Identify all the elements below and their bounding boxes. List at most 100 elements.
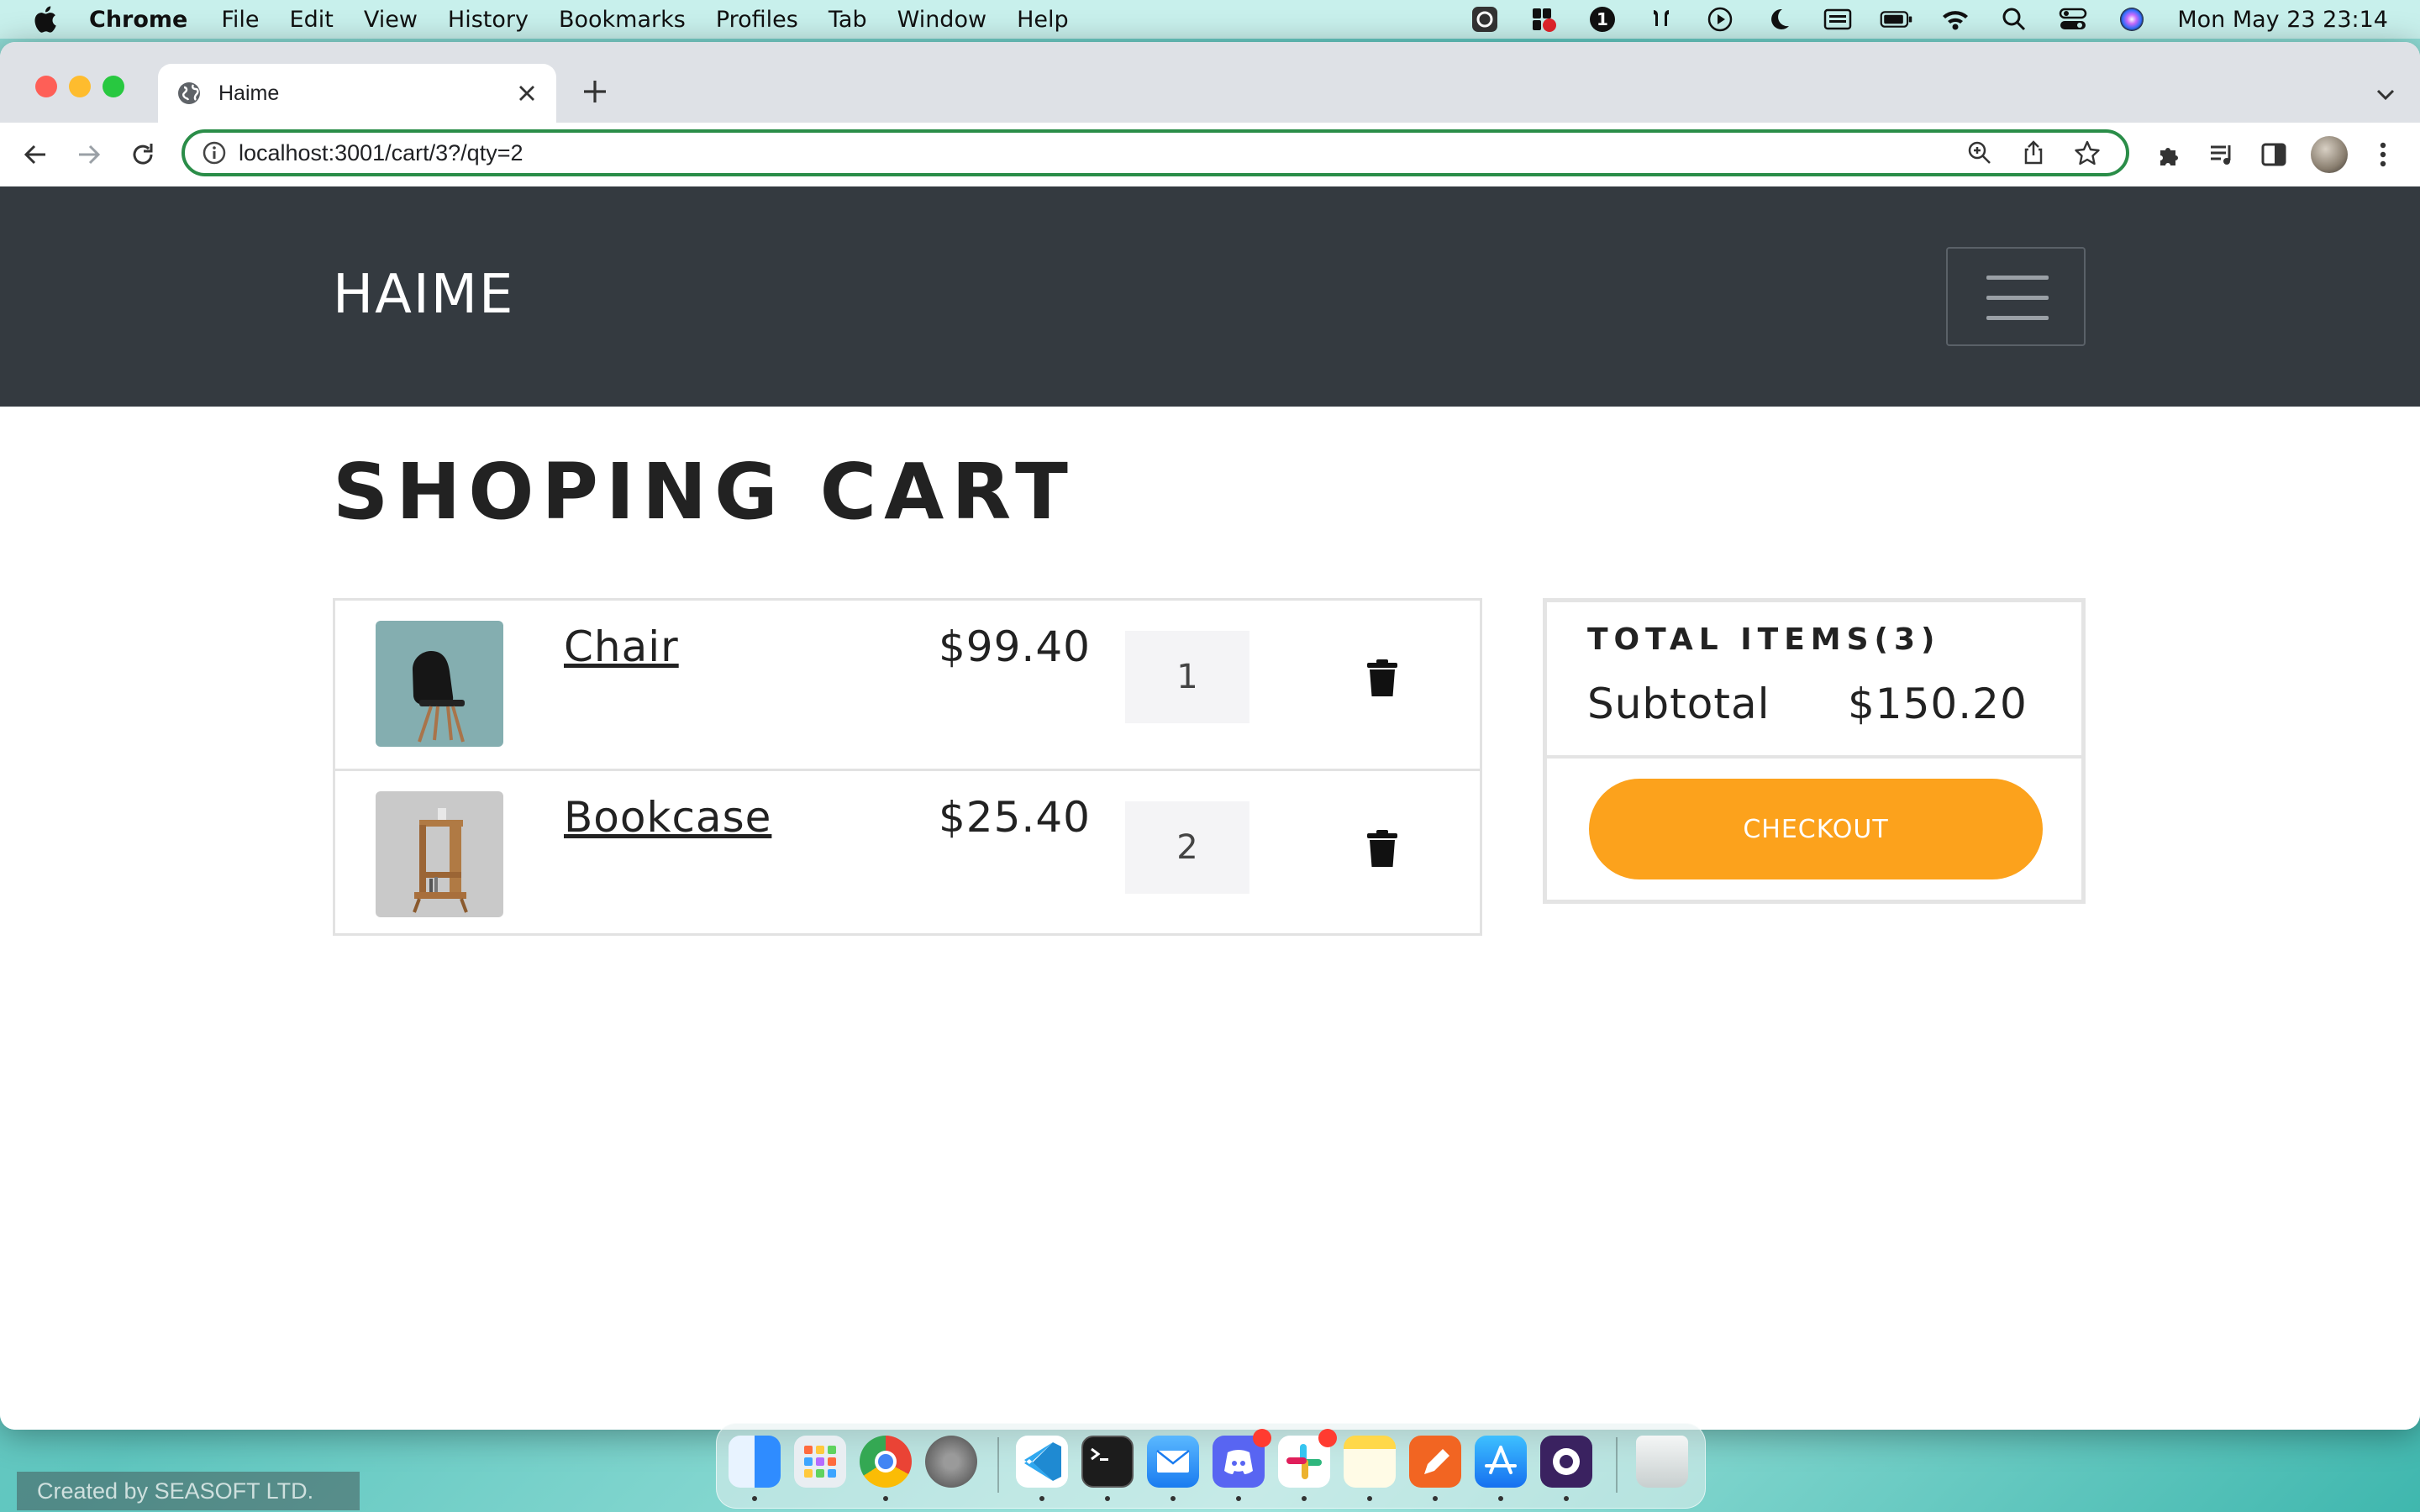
navbar-toggle-button[interactable]: [1946, 247, 2086, 346]
apple-logo-icon[interactable]: [32, 5, 57, 34]
web-page: HAIME SHOPING CART Chair $99.40 1 Bookca…: [0, 186, 2420, 1430]
product-link[interactable]: Chair: [564, 622, 679, 671]
running-indicator: [1171, 1496, 1176, 1501]
menu-tab[interactable]: Tab: [829, 7, 867, 33]
notes-icon[interactable]: [1344, 1436, 1396, 1488]
dock-separator: [997, 1437, 999, 1493]
arrow-right-icon: [79, 144, 101, 165]
finder-icon[interactable]: [729, 1436, 781, 1488]
site-navbar: HAIME: [0, 186, 2420, 407]
menu-history[interactable]: History: [448, 7, 529, 33]
order-summary-card: TOTAL ITEMS(3) Subtotal $150.20 CHECKOUT: [1543, 598, 2086, 904]
reload-icon: [133, 144, 153, 165]
tab-close-icon[interactable]: [516, 82, 538, 104]
app-store-icon[interactable]: [1475, 1436, 1527, 1488]
watermark-credit: Created by SEASOFT LTD.: [17, 1472, 360, 1510]
delete-item-trash-icon[interactable]: [1365, 828, 1399, 869]
delete-item-trash-icon[interactable]: [1365, 658, 1399, 698]
browser-tab-active[interactable]: Haime: [158, 64, 556, 123]
address-bar[interactable]: localhost:3001/cart/3?/qty=2: [182, 129, 2129, 176]
play-icon[interactable]: [1703, 6, 1737, 33]
running-indicator: [1302, 1496, 1307, 1501]
macos-menu-bar: Chrome File Edit View History Bookmarks …: [0, 0, 2420, 39]
chair-product-image[interactable]: [376, 621, 503, 747]
window-minimize-button[interactable]: [69, 76, 91, 97]
share-icon[interactable]: [2018, 138, 2049, 168]
running-indicator: [1564, 1496, 1569, 1501]
control-center-icon[interactable]: [2056, 6, 2090, 33]
tab-search-chevron-icon[interactable]: [2373, 82, 2398, 108]
wifi-icon[interactable]: [1939, 6, 1972, 33]
subtotal-label: Subtotal: [1587, 680, 1770, 728]
side-panel-icon[interactable]: [2259, 139, 2289, 170]
bookmark-star-icon[interactable]: [2072, 138, 2102, 168]
window-zoom-button[interactable]: [103, 76, 124, 97]
new-tab-button[interactable]: [578, 76, 612, 109]
reload-button[interactable]: [126, 138, 160, 171]
product-price: $25.40: [939, 793, 1091, 842]
menu-profiles[interactable]: Profiles: [716, 7, 798, 33]
back-button[interactable]: [18, 138, 52, 171]
svg-text:1: 1: [1597, 9, 1608, 29]
profile-avatar[interactable]: [2311, 136, 2348, 173]
site-brand-logo[interactable]: HAIME: [333, 264, 514, 326]
vscode-icon[interactable]: [1016, 1436, 1068, 1488]
menubar-clock[interactable]: Mon May 23 23:14: [2177, 7, 2388, 33]
trash-icon[interactable]: [1636, 1436, 1688, 1488]
airpods-icon[interactable]: [1644, 6, 1678, 33]
quantity-select[interactable]: 2: [1125, 801, 1249, 894]
terminal-icon[interactable]: [1081, 1436, 1134, 1488]
zoom-icon[interactable]: [1965, 138, 1995, 168]
running-indicator: [1236, 1496, 1241, 1501]
menu-app-name[interactable]: Chrome: [89, 7, 187, 33]
quantity-select[interactable]: 1: [1125, 631, 1249, 723]
keyboard-icon[interactable]: [1821, 6, 1854, 33]
cart-item-row: Bookcase $25.40 2: [335, 769, 1480, 939]
product-price: $99.40: [939, 622, 1091, 671]
chrome-menu-icon[interactable]: [2368, 139, 2398, 170]
extensions-puzzle-icon[interactable]: [2154, 139, 2185, 170]
menu-window[interactable]: Window: [897, 7, 986, 33]
menu-bookmarks[interactable]: Bookmarks: [559, 7, 686, 33]
running-indicator: [1105, 1496, 1110, 1501]
launchpad-icon[interactable]: [794, 1436, 846, 1488]
siri-icon[interactable]: [2115, 6, 2149, 33]
site-info-icon[interactable]: [202, 140, 227, 165]
running-indicator: [883, 1496, 888, 1501]
record-icon[interactable]: [1527, 6, 1560, 33]
chrome-icon[interactable]: [860, 1436, 912, 1488]
menu-help[interactable]: Help: [1017, 7, 1069, 33]
bookcase-product-image[interactable]: [376, 791, 503, 917]
menu-file[interactable]: File: [221, 7, 259, 33]
menu-edit[interactable]: Edit: [290, 7, 334, 33]
hamburger-line: [1986, 316, 2049, 320]
running-indicator: [1433, 1496, 1438, 1501]
cart-item-row: Chair $99.40 1: [335, 601, 1480, 769]
pen-icon[interactable]: [1409, 1436, 1461, 1488]
battery-icon[interactable]: [1880, 6, 1913, 33]
url-text[interactable]: localhost:3001/cart/3?/qty=2: [239, 140, 1965, 166]
discord-icon[interactable]: [1213, 1429, 1271, 1488]
menu-view[interactable]: View: [364, 7, 418, 33]
moon-icon[interactable]: [1762, 6, 1796, 33]
media-queue-icon[interactable]: [2207, 139, 2237, 170]
slack-icon[interactable]: [1278, 1429, 1337, 1488]
running-indicator: [1367, 1496, 1372, 1501]
one-password-icon[interactable]: 1: [1586, 6, 1619, 33]
hamburger-line: [1986, 276, 2049, 280]
page-title: SHOPING CART: [333, 447, 1076, 537]
product-link[interactable]: Bookcase: [564, 793, 771, 842]
mail-icon[interactable]: [1147, 1436, 1199, 1488]
screenshot-icon[interactable]: [1468, 6, 1502, 33]
arrow-left-icon: [24, 144, 45, 165]
forward-button[interactable]: [72, 138, 106, 171]
summary-divider: [1547, 755, 2081, 759]
system-preferences-icon[interactable]: [925, 1436, 977, 1488]
search-icon[interactable]: [1997, 6, 2031, 33]
notification-badge: [1318, 1429, 1337, 1447]
running-indicator: [1039, 1496, 1044, 1501]
screen-recorder-icon[interactable]: [1540, 1436, 1592, 1488]
window-close-button[interactable]: [35, 76, 57, 97]
checkout-button[interactable]: CHECKOUT: [1589, 779, 2043, 879]
browser-window: Haime localhost:3001/cart/3?/qty=2 HAIME…: [0, 42, 2420, 1430]
